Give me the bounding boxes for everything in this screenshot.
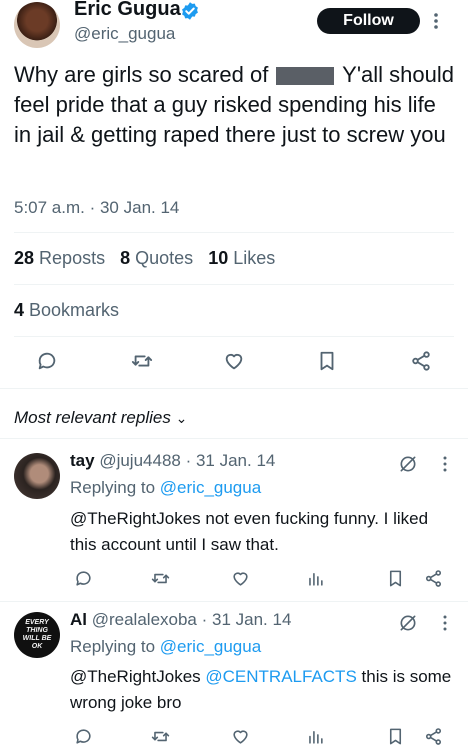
author-avatar[interactable] — [14, 2, 60, 48]
more-options-icon[interactable] — [433, 12, 439, 30]
reply-meta[interactable]: @realalexoba · 31 Jan. 14 — [92, 610, 292, 629]
replying-to: Replying to @eric_gugua — [70, 478, 261, 498]
quotes-label[interactable]: Quotes — [135, 248, 193, 268]
replies-sort-label[interactable]: Most relevant replies ⌄ — [14, 408, 187, 428]
likes-count[interactable]: 10 — [208, 248, 228, 268]
replies-sort-text: Most relevant replies — [14, 408, 171, 427]
reply-header: Al @realalexoba · 31 Jan. 14 — [70, 610, 291, 630]
repost-icon[interactable] — [150, 569, 171, 588]
reposts-label[interactable]: Reposts — [39, 248, 105, 268]
share-icon[interactable] — [410, 350, 432, 372]
bookmark-icon[interactable] — [386, 727, 405, 746]
reply-icon[interactable] — [36, 350, 58, 372]
quotes-count[interactable]: 8 — [120, 248, 130, 268]
reply-text: @TheRightJokes not even fucking funny. I… — [70, 509, 429, 554]
like-icon[interactable] — [230, 569, 251, 588]
author-name[interactable]: Eric Gugua — [74, 0, 181, 21]
muted-icon[interactable] — [398, 613, 418, 633]
replying-to-link[interactable]: @eric_gugua — [160, 637, 261, 656]
likes-label[interactable]: Likes — [233, 248, 275, 268]
verified-badge-icon — [180, 1, 200, 21]
bookmark-icon[interactable] — [386, 569, 405, 588]
reply-icon[interactable] — [74, 727, 93, 746]
like-icon[interactable] — [222, 350, 246, 372]
replying-to-link[interactable]: @eric_gugua — [160, 478, 261, 497]
reposts-count[interactable]: 28 — [14, 248, 34, 268]
follow-button[interactable]: Follow — [317, 8, 420, 34]
muted-icon[interactable] — [398, 454, 418, 474]
reply-avatar[interactable] — [14, 453, 60, 499]
reply-avatar[interactable]: EVERY THING WILL BE OK — [14, 612, 60, 658]
avatar-logo-text: EVERY THING WILL BE OK — [22, 619, 52, 650]
replying-to: Replying to @eric_gugua — [70, 637, 261, 657]
bookmarks-count: 4 — [14, 300, 25, 320]
bookmarks-stat[interactable]: 4 Bookmarks — [14, 300, 119, 321]
author-handle[interactable]: @eric_gugua — [74, 24, 175, 44]
tweet-timestamp[interactable]: 5:07 a.m. · 30 Jan. 14 — [14, 198, 179, 218]
divider — [14, 232, 454, 233]
reply-text: @TheRightJokes @CENTRALFACTS this is som… — [70, 664, 454, 716]
reply-author-name[interactable]: tay — [70, 451, 95, 470]
divider — [0, 601, 468, 602]
replying-to-prefix: Replying to — [70, 637, 156, 656]
repost-icon[interactable] — [150, 727, 171, 746]
tweet-text: Why are girls so scared of Y'all should … — [14, 60, 454, 150]
divider — [14, 284, 454, 285]
divider — [0, 438, 468, 439]
reply-icon[interactable] — [74, 569, 93, 588]
engagement-stats: 28 Reposts 8 Quotes 10 Likes — [14, 248, 275, 269]
like-icon[interactable] — [230, 727, 251, 746]
reply-author-name[interactable]: Al — [70, 610, 87, 629]
mention-link[interactable]: @CENTRALFACTS — [205, 667, 356, 686]
divider — [14, 336, 454, 337]
mention-link[interactable]: @TheRightJokes — [70, 667, 201, 686]
repost-icon[interactable] — [130, 350, 154, 372]
views-icon[interactable] — [306, 569, 325, 588]
more-options-icon[interactable] — [443, 615, 447, 631]
tweet-text-start: Why are girls so scared of — [14, 62, 269, 87]
chevron-down-icon: ⌄ — [175, 410, 188, 426]
share-icon[interactable] — [424, 569, 443, 588]
views-icon[interactable] — [306, 727, 325, 746]
bookmarks-label: Bookmarks — [29, 300, 120, 320]
reply-meta[interactable]: @juju4488 · 31 Jan. 14 — [99, 451, 275, 470]
more-options-icon[interactable] — [443, 456, 447, 472]
bookmark-icon[interactable] — [316, 350, 338, 372]
replying-to-prefix: Replying to — [70, 478, 156, 497]
divider — [0, 388, 468, 389]
reply-header: tay @juju4488 · 31 Jan. 14 — [70, 451, 275, 471]
share-icon[interactable] — [424, 727, 443, 746]
redaction-block — [276, 67, 335, 86]
